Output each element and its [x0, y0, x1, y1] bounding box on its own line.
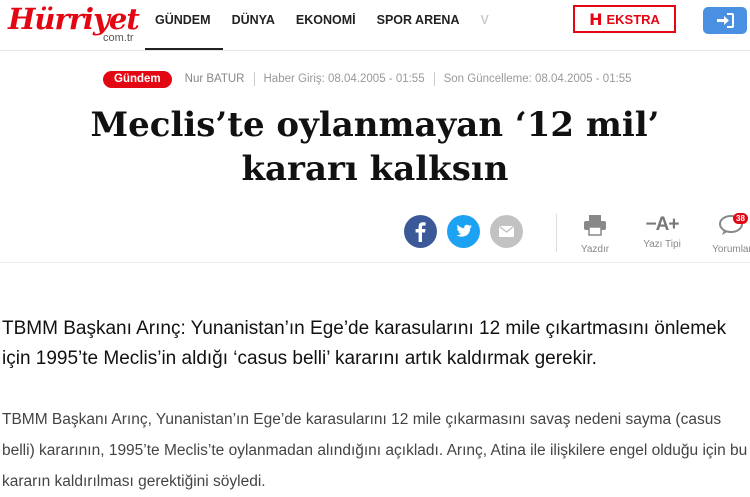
- print-button[interactable]: Yazdır: [575, 214, 615, 255]
- logo-domain: com.tr: [103, 32, 134, 44]
- hurriyet-logo[interactable]: Hürriyet com.tr: [8, 2, 140, 47]
- meta-divider: [433, 72, 435, 86]
- facebook-share-button[interactable]: [404, 215, 437, 248]
- author-name[interactable]: Nur BATUR: [185, 73, 245, 85]
- facebook-icon: [415, 222, 426, 242]
- published-date: Haber Giriş: 08.04.2005 - 01:55: [263, 73, 425, 85]
- font-size-control[interactable]: −A+ Yazı Tipi: [634, 214, 690, 250]
- nav-item-gundem[interactable]: GÜNDEM: [145, 0, 223, 50]
- tools-divider: [556, 214, 557, 252]
- ekstra-label: EKSTRA: [606, 11, 660, 27]
- email-icon: [499, 225, 514, 237]
- article-meta: Gündem Nur BATUR Haber Giriş: 08.04.2005…: [103, 70, 632, 88]
- login-button[interactable]: [703, 7, 747, 34]
- nav-item-dunya[interactable]: DÜNYA: [232, 0, 275, 50]
- article-title: Meclis’te oylanmayan ‘12 mil’ kararı kal…: [40, 103, 710, 191]
- article-title-line2: kararı kalksın: [241, 149, 509, 189]
- email-share-button[interactable]: [490, 215, 523, 248]
- print-label: Yazdır: [580, 244, 610, 255]
- article-body: TBMM Başkanı Arınç, Yunanistan’ın Ege’de…: [2, 411, 748, 490]
- article-title-line1: Meclis’te oylanmayan ‘12 mil’: [90, 105, 660, 145]
- article-lead: TBMM Başkanı Arınç: Yunanistan’ın Ege’de…: [2, 318, 727, 369]
- font-size-label: Yazı Tipi: [643, 239, 681, 250]
- comments-count-badge: 38: [733, 213, 748, 224]
- twitter-share-button[interactable]: [447, 215, 480, 248]
- logo-text: Hürriyet: [8, 2, 140, 36]
- nav-item-ekonomi[interactable]: EKONOMİ: [296, 0, 356, 50]
- top-navigation-bar: Hürriyet com.tr GÜNDEM DÜNYA EKONOMİ SPO…: [0, 0, 750, 51]
- comments-button[interactable]: 38 Yorumlar: [706, 213, 750, 255]
- section-divider: [0, 262, 750, 263]
- font-size-icon: −A+: [645, 214, 680, 235]
- ekstra-logo-icon: H: [589, 9, 603, 29]
- category-badge[interactable]: Gündem: [103, 70, 172, 88]
- nav-item-partial[interactable]: V: [481, 0, 489, 50]
- comments-label: Yorumlar: [712, 244, 750, 255]
- nav-item-spor-arena[interactable]: SPOR ARENA: [377, 0, 460, 50]
- main-nav: GÜNDEM DÜNYA EKONOMİ SPOR ARENA V: [145, 0, 510, 50]
- twitter-icon: [456, 224, 472, 237]
- print-icon: [584, 215, 606, 236]
- ekstra-button[interactable]: H EKSTRA: [573, 5, 676, 33]
- sign-in-icon: [717, 13, 734, 28]
- meta-divider: [253, 72, 255, 86]
- updated-date: Son Güncelleme: 08.04.2005 - 01:55: [443, 73, 632, 85]
